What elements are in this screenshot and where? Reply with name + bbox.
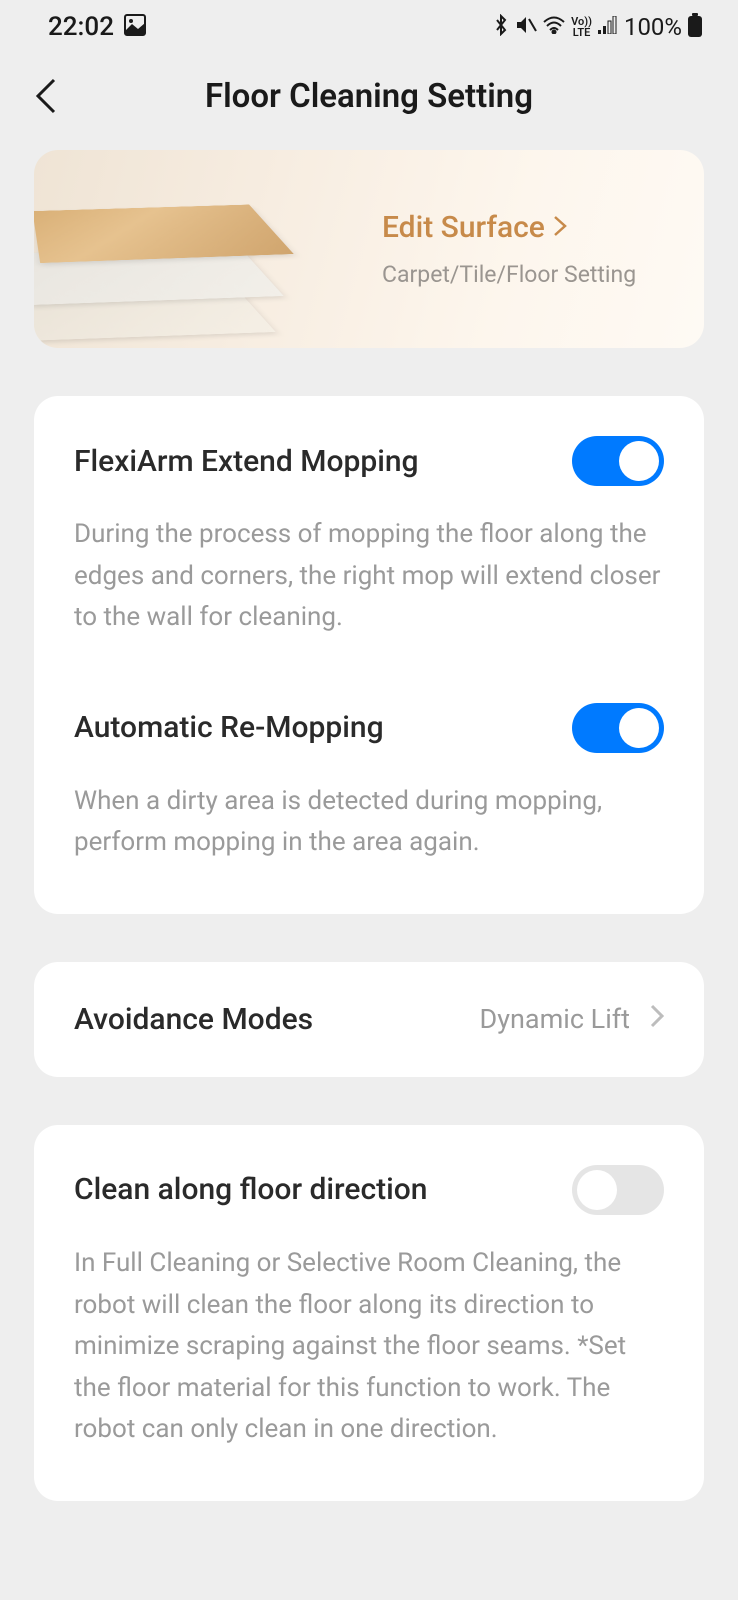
wifi-icon	[543, 15, 565, 39]
edit-surface-card[interactable]: Edit Surface Carpet/Tile/Floor Setting	[34, 150, 704, 348]
clean-direction-setting: Clean along floor direction In Full Clea…	[74, 1165, 664, 1451]
battery-percent: 100%	[624, 13, 682, 41]
status-time: 22:02	[48, 12, 114, 42]
flexiarm-description: During the process of mopping the floor …	[74, 514, 664, 639]
status-right: Vo)) LTE 100%	[493, 13, 702, 42]
remopping-toggle[interactable]	[572, 703, 664, 753]
gallery-icon	[124, 14, 146, 41]
remopping-title: Automatic Re-Mopping	[74, 710, 384, 745]
floor-layers-illustration	[34, 174, 284, 334]
bluetooth-icon	[493, 14, 509, 41]
volte-icon: Vo)) LTE	[571, 16, 592, 38]
flexiarm-setting: FlexiArm Extend Mopping During the proce…	[74, 436, 664, 639]
mute-icon	[515, 15, 537, 40]
remopping-description: When a dirty area is detected during mop…	[74, 781, 664, 864]
edit-surface-subtitle: Carpet/Tile/Floor Setting	[382, 261, 636, 288]
avoidance-title: Avoidance Modes	[74, 1002, 313, 1037]
remopping-setting: Automatic Re-Mopping When a dirty area i…	[74, 703, 664, 864]
page-header: Floor Cleaning Setting	[0, 50, 738, 150]
clean-direction-description: In Full Cleaning or Selective Room Clean…	[74, 1243, 664, 1451]
edit-surface-title: Edit Surface	[382, 210, 545, 245]
mopping-settings-card: FlexiArm Extend Mopping During the proce…	[34, 396, 704, 914]
chevron-right-icon	[553, 215, 567, 241]
battery-icon	[688, 13, 702, 42]
clean-direction-title: Clean along floor direction	[74, 1172, 427, 1207]
status-left: 22:02	[48, 12, 146, 42]
flexiarm-title: FlexiArm Extend Mopping	[74, 444, 419, 479]
clean-direction-toggle[interactable]	[572, 1165, 664, 1215]
flexiarm-toggle[interactable]	[572, 436, 664, 486]
avoidance-modes-row[interactable]: Avoidance Modes Dynamic Lift	[34, 962, 704, 1077]
clean-direction-card: Clean along floor direction In Full Clea…	[34, 1125, 704, 1501]
avoidance-value: Dynamic Lift	[480, 1003, 631, 1035]
signal-icon	[598, 15, 618, 39]
page-title: Floor Cleaning Setting	[58, 77, 680, 116]
status-bar: 22:02 Vo)) LTE 100%	[0, 0, 738, 50]
chevron-right-icon	[650, 1003, 664, 1035]
back-button[interactable]	[34, 76, 58, 116]
